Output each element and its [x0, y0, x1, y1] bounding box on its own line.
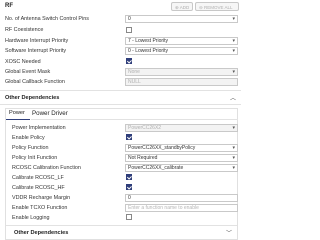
policy-init-function-select[interactable]: Not Required ▾	[125, 154, 238, 162]
global-event-mask-label: Global Event Mask	[5, 69, 51, 75]
hw-interrupt-priority-label: Hardware Interrupt Priority	[5, 38, 69, 44]
tab-underline	[6, 119, 30, 120]
divider	[31, 119, 238, 120]
vddr-recharge-value: 0	[128, 195, 131, 201]
divider	[0, 104, 241, 105]
rcosc-calibration-label: RCOSC Calibration Function	[12, 165, 81, 171]
chevron-down-icon: ▾	[232, 69, 235, 75]
calibrate-rcosc-lf-checkbox[interactable]	[126, 174, 132, 180]
remove-all-button[interactable]: ⊖ REMOVE ALL	[195, 2, 239, 11]
chevron-down-icon: ▾	[232, 155, 235, 161]
calibrate-rcosc-lf-label: Calibrate RCOSC_LF	[12, 175, 64, 181]
rcosc-calibration-select[interactable]: PowerCC26XX_calibrate ▾	[125, 164, 238, 172]
global-callback-value: NULL	[128, 79, 141, 85]
chevron-down-icon: ▾	[232, 125, 235, 131]
sw-interrupt-priority-value: 0 - Lowest Priority	[128, 48, 169, 54]
rcosc-calibration-value: PowerCC26XX_calibrate	[128, 165, 184, 171]
calibrate-rcosc-hf-label: Calibrate RCOSC_HF	[12, 185, 65, 191]
enable-logging-checkbox[interactable]	[126, 214, 132, 220]
global-callback-label: Global Callback Function	[5, 79, 65, 85]
chevron-up-icon[interactable]: ︿	[230, 93, 236, 102]
power-driver-title: Power Driver	[32, 110, 68, 117]
chevron-down-icon: ▾	[232, 38, 235, 44]
enable-logging-label: Enable Logging	[12, 215, 50, 221]
xosc-needed-checkbox[interactable]	[126, 58, 132, 64]
chevron-down-icon: ▾	[232, 165, 235, 171]
power-implementation-value: PowerCC26X2	[128, 125, 162, 131]
other-dependencies-title: Other Dependencies	[5, 95, 60, 101]
hw-interrupt-priority-select[interactable]: 7 - Lowest Priority ▾	[125, 37, 238, 45]
divider	[6, 225, 237, 226]
policy-function-label: Policy Function	[12, 145, 49, 151]
calibrate-rcosc-hf-checkbox[interactable]	[126, 184, 132, 190]
global-event-mask-value: None	[128, 69, 140, 75]
xosc-needed-label: XOSC Needed	[5, 59, 41, 65]
antenna-pins-label: No. of Antenna Switch Control Pins	[5, 16, 89, 22]
add-label: ADD	[179, 5, 190, 10]
remove-all-label: REMOVE ALL	[204, 5, 233, 10]
global-event-mask-select[interactable]: None ▾	[125, 68, 238, 76]
antenna-pins-value: 0	[128, 16, 131, 22]
global-callback-field[interactable]: NULL	[125, 78, 238, 86]
policy-function-value: PowerCC26XX_standbyPolicy	[128, 145, 196, 151]
power-implementation-label: Power Implementation	[12, 125, 66, 131]
enable-tcxo-field[interactable]: Enter a function name to enable	[125, 204, 238, 212]
enable-policy-checkbox[interactable]	[126, 134, 132, 140]
sw-interrupt-priority-select[interactable]: 0 - Lowest Priority ▾	[125, 47, 238, 55]
tab-power[interactable]: Power	[9, 110, 25, 116]
divider	[0, 90, 241, 91]
policy-init-function-value: Not Required	[128, 155, 158, 161]
chevron-down-icon[interactable]: ﹀	[226, 228, 232, 237]
chevron-down-icon: ▾	[232, 145, 235, 151]
rf-coexistence-checkbox[interactable]	[126, 27, 132, 33]
vddr-recharge-field[interactable]: 0	[125, 194, 238, 202]
hw-interrupt-priority-value: 7 - Lowest Priority	[128, 38, 169, 44]
power-implementation-select[interactable]: PowerCC26X2 ▾	[125, 124, 238, 132]
antenna-pins-select[interactable]: 0 ▾	[125, 15, 238, 23]
chevron-down-icon: ▾	[232, 16, 235, 22]
enable-policy-label: Enable Policy	[12, 135, 45, 141]
policy-init-function-label: Policy Init Function	[12, 155, 58, 161]
enable-tcxo-label: Enable TCXO Function	[12, 205, 68, 211]
enable-tcxo-placeholder: Enter a function name to enable	[128, 205, 199, 211]
section-title-rf: RF	[5, 3, 13, 9]
add-button[interactable]: ⊕ ADD	[171, 2, 194, 11]
vddr-recharge-label: VDDR Recharge Margin	[12, 195, 71, 201]
rf-coexistence-label: RF Coexistence	[5, 27, 44, 33]
chevron-down-icon: ▾	[232, 48, 235, 54]
inner-other-dependencies-title: Other Dependencies	[14, 230, 69, 236]
policy-function-select[interactable]: PowerCC26XX_standbyPolicy ▾	[125, 144, 238, 152]
sw-interrupt-priority-label: Software Interrupt Priority	[5, 48, 67, 54]
